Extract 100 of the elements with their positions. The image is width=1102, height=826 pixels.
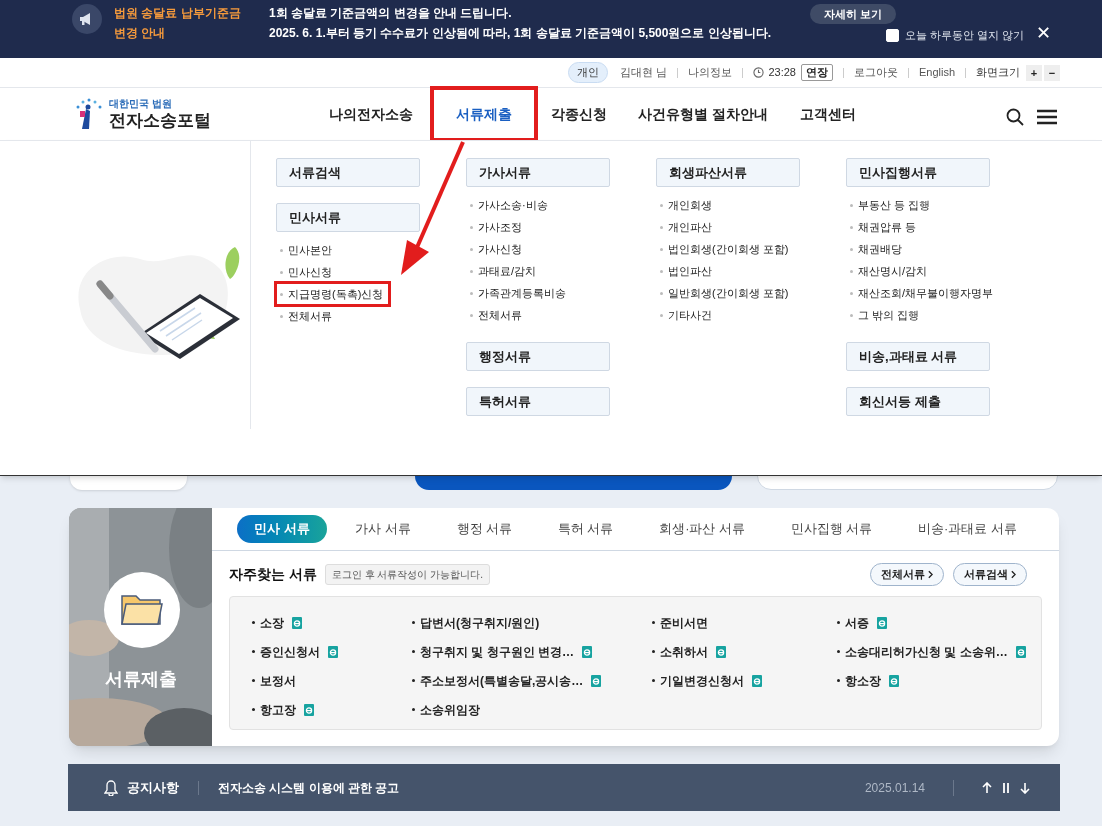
menu-group-header[interactable]: 민사집행서류 (846, 158, 990, 187)
menu-group-header[interactable]: 회신서등 제출 (846, 387, 990, 416)
document-link[interactable]: 항소장 (845, 671, 881, 690)
menu-link[interactable]: 개인파산 (656, 216, 718, 238)
document-link[interactable]: 소장 (260, 613, 284, 632)
menu-link[interactable]: 일반회생(간이회생 포함) (656, 282, 795, 304)
document-tab[interactable]: 행정 서류 (439, 515, 530, 543)
notice-date: 2025.01.14 (864, 779, 925, 797)
notice-label: 공지사항 (127, 778, 179, 797)
nav-tab[interactable]: 고객센터 (784, 88, 872, 140)
document-icon[interactable] (752, 674, 762, 687)
document-link[interactable]: 청구취지 및 청구원인 변경… (420, 642, 574, 661)
document-icon[interactable] (1015, 645, 1026, 658)
clock-icon (753, 67, 765, 78)
document-icon[interactable] (582, 645, 592, 658)
document-link[interactable]: 소취하서 (660, 642, 708, 661)
zoom-in-button[interactable]: + (1026, 64, 1042, 81)
menu-link[interactable]: 법인회생(간이회생 포함) (656, 238, 795, 260)
zoom-label: 화면크기 (976, 65, 1020, 81)
menu-group-header[interactable]: 서류검색 (276, 158, 420, 187)
pause-icon[interactable] (1002, 782, 1010, 793)
menu-link[interactable]: 그 밖의 집행 (846, 304, 926, 326)
document-link[interactable]: 증인신청서 (260, 642, 320, 661)
menu-link[interactable]: 과태료/감치 (466, 260, 543, 282)
menu-icon[interactable] (1037, 109, 1057, 125)
menu-group-header[interactable]: 특허서류 (466, 387, 610, 416)
menu-link[interactable]: 전체서류 (276, 305, 338, 327)
dismiss-checkbox[interactable]: 오늘 하루동안 열지 않기 (885, 27, 1024, 44)
nav-tab[interactable]: 나의전자소송 (310, 88, 432, 140)
down-arrow-icon[interactable] (1020, 781, 1030, 794)
menu-link[interactable]: 부동산 등 집행 (846, 194, 937, 216)
nav-tab[interactable]: 사건유형별 절차안내 (622, 88, 784, 140)
document-link[interactable]: 주소보정서(특별송달,공시송… (420, 671, 584, 690)
document-link[interactable]: 준비서면 (660, 613, 708, 632)
up-arrow-icon[interactable] (982, 781, 992, 794)
document-icon[interactable] (292, 616, 302, 629)
nav-tab[interactable]: 각종신청 (536, 88, 622, 140)
login-note: 로그인 후 서류작성이 가능합니다. (324, 564, 490, 585)
document-link[interactable]: 항고장 (260, 700, 296, 719)
menu-link[interactable]: 기타사건 (656, 304, 718, 326)
menu-group-header[interactable]: 행정서류 (466, 342, 610, 371)
search-icon[interactable] (1006, 108, 1024, 126)
nav-tab[interactable]: 서류제출 (432, 88, 536, 140)
logo-subtitle: 대한민국 법원 (109, 99, 173, 109)
document-icon[interactable] (889, 674, 899, 687)
chevron-icon (1011, 570, 1016, 579)
document-tab[interactable]: 회생·파산 서류 (642, 515, 763, 543)
menu-group-header[interactable]: 회생파산서류 (656, 158, 800, 187)
megaphone-icon (72, 4, 102, 34)
close-button[interactable]: ✕ (1036, 23, 1051, 43)
document-icon[interactable] (591, 674, 602, 687)
document-icon[interactable] (304, 703, 314, 716)
document-link[interactable]: 보정서 (260, 671, 296, 690)
document-icon[interactable] (877, 616, 887, 629)
document-tab[interactable]: 민사 서류 (237, 515, 327, 543)
link-button[interactable]: 서류검색 (953, 563, 1027, 586)
menu-link[interactable]: 가사소송·비송 (466, 194, 554, 216)
document-icon[interactable] (328, 645, 338, 658)
menu-link[interactable]: 채권배당 (846, 238, 908, 260)
chevron-icon (928, 570, 933, 579)
document-tab[interactable]: 비송·과태료 서류 (901, 515, 1034, 543)
notice-title[interactable]: 전자소송 시스템 이용에 관한 공고 (218, 778, 400, 797)
user-name: 김대현 님 (620, 65, 668, 81)
document-link[interactable]: 소송대리허가신청 및 소송위… (845, 642, 1008, 661)
link-button[interactable]: 전체서류 (870, 563, 944, 586)
menu-link[interactable]: 민사본안 (276, 239, 338, 261)
menu-link[interactable]: 법인파산 (656, 260, 718, 282)
banner-text: 1회 송달료 기준금액의 변경을 안내 드립니다. (269, 5, 513, 22)
document-link[interactable]: 소송위임장 (420, 700, 480, 719)
document-link[interactable]: 답변서(청구취지/원인) (420, 613, 540, 632)
document-link[interactable]: 서증 (845, 613, 869, 632)
logo-title: 전자소송포털 (109, 112, 211, 129)
my-info-link[interactable]: 나의정보 (688, 64, 733, 81)
document-tab[interactable]: 민사집행 서류 (773, 515, 890, 543)
menu-link[interactable]: 지급명령(독촉)신청 (276, 283, 390, 305)
menu-link[interactable]: 전체서류 (466, 304, 528, 326)
menu-group-header[interactable]: 민사서류 (276, 203, 420, 232)
section-heading: 자주찾는 서류 (229, 565, 317, 584)
menu-link[interactable]: 가사조정 (466, 216, 528, 238)
zoom-out-button[interactable]: − (1044, 64, 1060, 81)
menu-group-header[interactable]: 비송,과태료 서류 (846, 342, 990, 371)
folder-icon (120, 592, 164, 628)
menu-link[interactable]: 채권압류 등 (846, 216, 923, 238)
document-icon[interactable] (716, 645, 726, 658)
document-tab[interactable]: 가사 서류 (338, 515, 428, 543)
logout-link[interactable]: 로그아웃 (853, 64, 898, 81)
menu-link[interactable]: 가족관계등록비송 (466, 282, 572, 304)
extend-button[interactable]: 연장 (800, 64, 833, 81)
language-link[interactable]: English (918, 64, 955, 81)
menu-link[interactable]: 민사신청 (276, 261, 338, 283)
menu-link[interactable]: 재산명시/감치 (846, 260, 934, 282)
menu-link[interactable]: 개인회생 (656, 194, 718, 216)
session-time: 23:28 (768, 65, 796, 81)
menu-group-header[interactable]: 가사서류 (466, 158, 610, 187)
menu-link[interactable]: 가사신청 (466, 238, 528, 260)
detail-button[interactable]: 자세히 보기 (810, 4, 897, 24)
document-tab[interactable]: 특허 서류 (540, 515, 631, 543)
document-link[interactable]: 기일변경신청서 (660, 671, 744, 690)
banner-title: 법원 송달료 납부기준금 변경 안내 (114, 5, 242, 42)
menu-link[interactable]: 재산조회/채무불이행자명부 (846, 282, 1000, 304)
